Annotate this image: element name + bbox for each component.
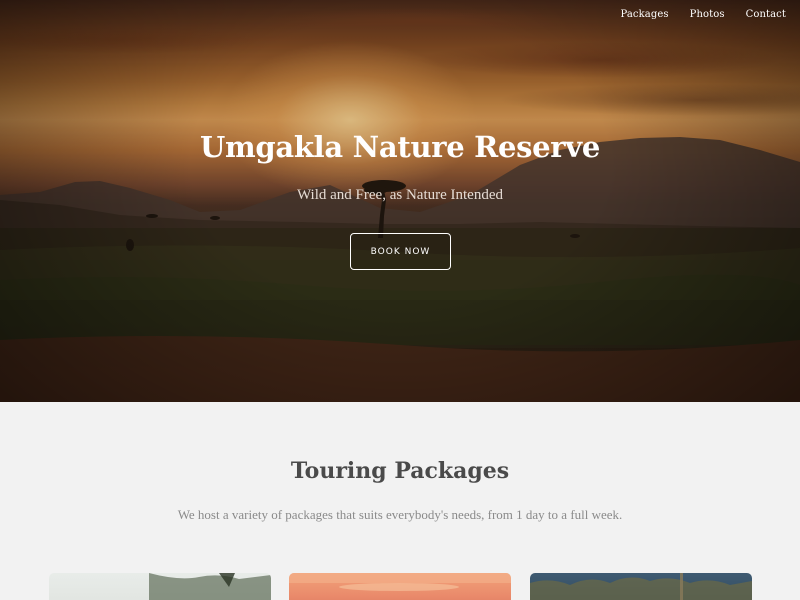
package-image-1: [149, 573, 271, 600]
nav-link-packages[interactable]: Packages: [620, 9, 668, 20]
package-card-3[interactable]: [530, 573, 752, 600]
hero-subtitle: Wild and Free, as Nature Intended: [297, 187, 503, 203]
nav-link-contact[interactable]: Contact: [746, 9, 786, 20]
book-now-button[interactable]: BOOK NOW: [350, 233, 451, 270]
packages-title: Touring Packages: [290, 458, 510, 484]
nav-link-photos[interactable]: Photos: [690, 9, 725, 20]
package-card-2[interactable]: [289, 573, 511, 600]
package-image-2: [289, 573, 511, 591]
packages-description: We host a variety of packages that suits…: [177, 507, 623, 522]
hero-title: Umgakla Nature Reserve: [200, 130, 600, 164]
package-card-1[interactable]: [49, 573, 271, 600]
top-navigation: Packages Photos Contact: [620, 9, 786, 20]
hero-banner: Packages Photos Contact Umgakla Nature R…: [0, 0, 800, 402]
package-image-3: [530, 573, 752, 600]
